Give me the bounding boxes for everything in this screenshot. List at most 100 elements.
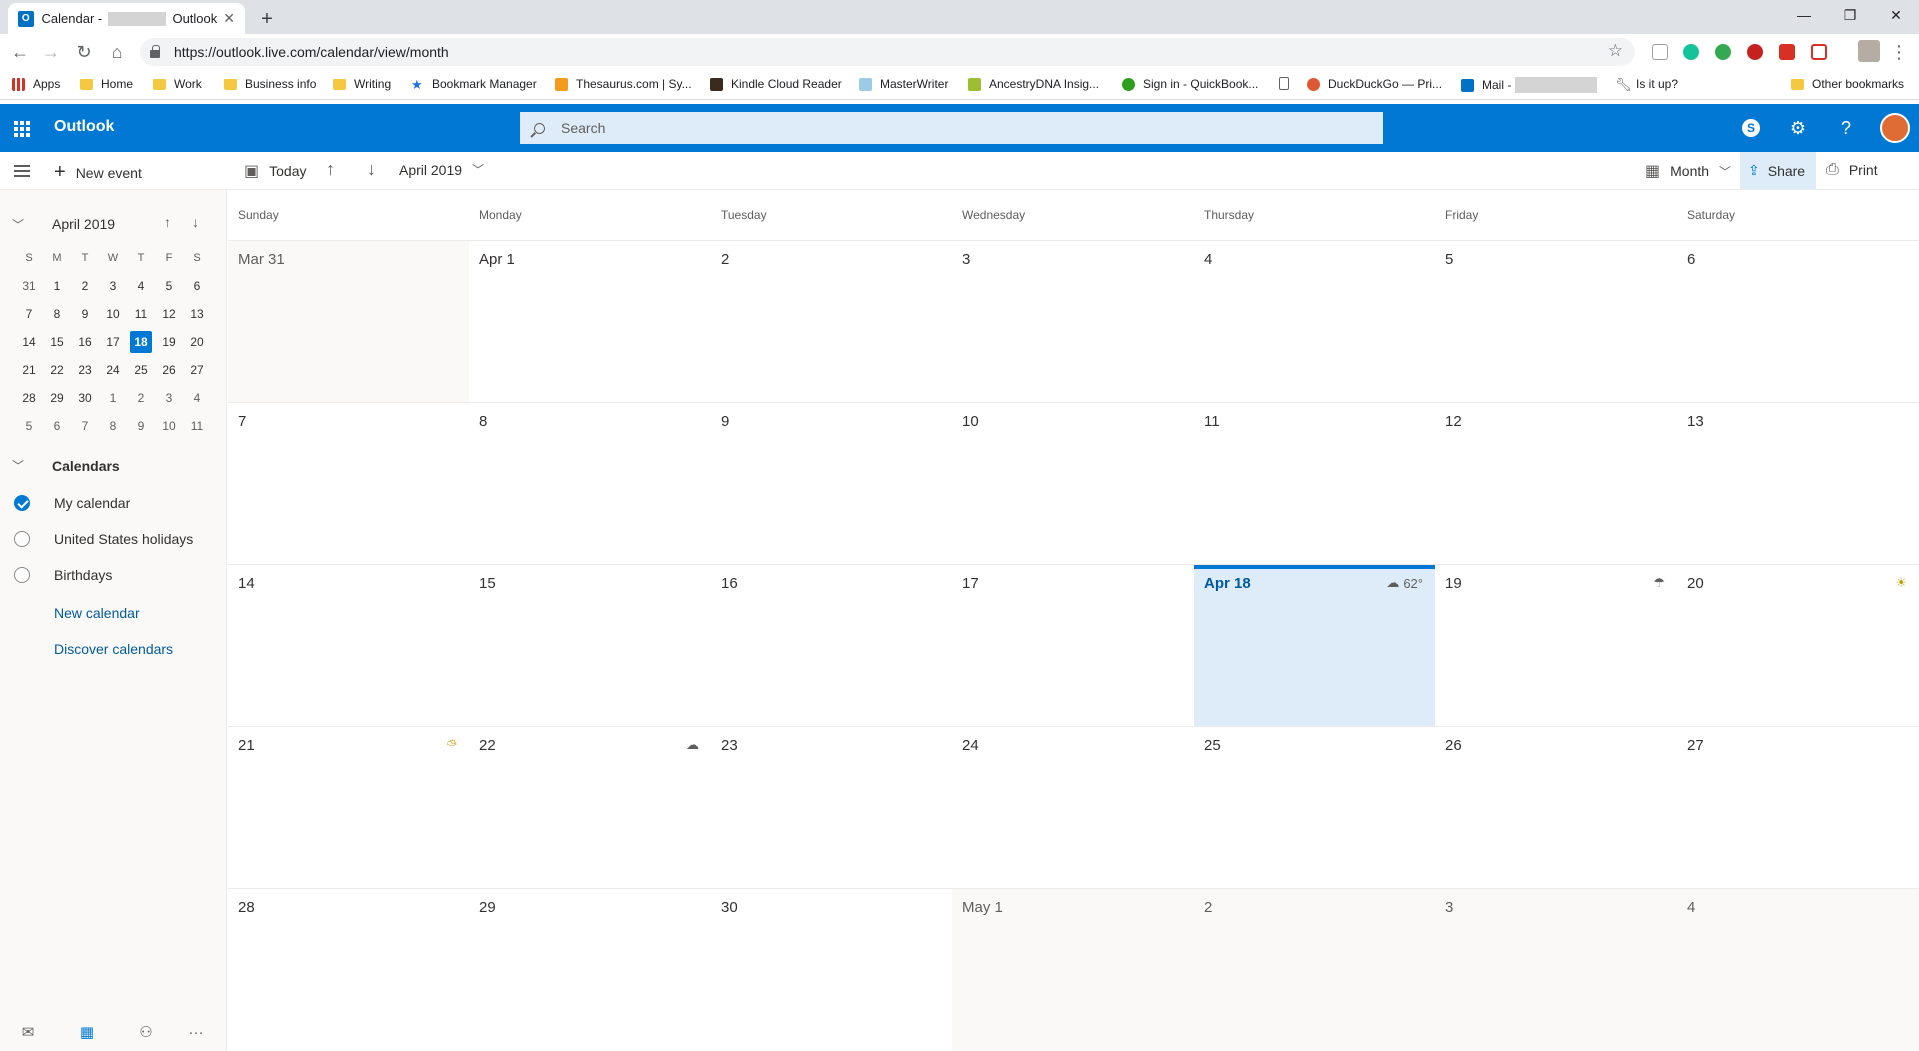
mini-day[interactable]: 9 [71, 303, 99, 325]
browser-menu-icon[interactable]: ⋮ [1886, 39, 1912, 65]
mini-day[interactable]: 7 [71, 415, 99, 437]
mini-day[interactable]: 4 [127, 275, 155, 297]
hamburger-menu-icon[interactable] [14, 165, 30, 177]
mini-day[interactable]: 19 [155, 331, 183, 353]
mail-icon[interactable]: ✉ [17, 1023, 39, 1041]
avatar[interactable] [1880, 113, 1910, 143]
day-cell[interactable]: 11 [1194, 403, 1435, 565]
bookmark-apps[interactable]: Apps [12, 77, 60, 91]
day-cell[interactable]: 5 [1435, 241, 1677, 403]
reload-icon[interactable]: ↻ [71, 39, 97, 65]
day-cell[interactable]: 3 [952, 241, 1194, 403]
bookmark-mail[interactable]: Mail - [1461, 77, 1598, 93]
mini-day[interactable]: 1 [99, 387, 127, 409]
restore-icon[interactable]: ❐ [1827, 0, 1873, 30]
day-cell[interactable]: 2 [1194, 889, 1435, 1051]
mini-day[interactable]: 14 [15, 331, 43, 353]
day-cell[interactable]: Mar 31 [228, 241, 469, 403]
weather-forecast[interactable]: ☁︎ 62° [1386, 575, 1423, 591]
day-cell[interactable]: 6 [1677, 241, 1919, 403]
bookmark-home[interactable]: Home [80, 77, 133, 91]
day-cell[interactable]: May 1 [952, 889, 1194, 1051]
mini-day[interactable]: 16 [71, 331, 99, 353]
bookmark-thesaurus[interactable]: Thesaurus.com | Sy... [555, 77, 692, 91]
day-cell[interactable]: 30 [711, 889, 952, 1051]
bookmark-masterwriter[interactable]: MasterWriter [859, 77, 948, 91]
minimize-icon[interactable]: — [1781, 0, 1827, 30]
new-event-button[interactable]: + New event [54, 161, 142, 184]
rain-icon[interactable]: ☂︎ [1653, 575, 1665, 591]
mini-day[interactable]: 26 [155, 359, 183, 381]
mini-day[interactable]: 11 [183, 415, 211, 437]
mini-day[interactable]: 24 [99, 359, 127, 381]
other-bookmarks[interactable]: Other bookmarks [1791, 77, 1904, 91]
mini-day[interactable]: 5 [15, 415, 43, 437]
today-button[interactable]: ▣ Today [244, 161, 306, 181]
grammarly-extension-icon[interactable] [1683, 44, 1699, 60]
more-apps-icon[interactable]: ··· [185, 1023, 207, 1041]
bookmark-manager[interactable]: ★ Bookmark Manager [411, 77, 537, 91]
mini-day[interactable]: 31 [15, 275, 43, 297]
mini-day[interactable]: 30 [71, 387, 99, 409]
mini-day-selected[interactable]: 18 [130, 331, 152, 353]
day-cell[interactable]: 2 [711, 241, 952, 403]
window-close-icon[interactable]: ✕ [1873, 0, 1919, 30]
day-cell[interactable]: 9 [711, 403, 952, 565]
bookmark-business-info[interactable]: Business info [224, 77, 316, 91]
mini-day[interactable]: 4 [183, 387, 211, 409]
mini-day[interactable]: 6 [43, 415, 71, 437]
bookmark-is-it-up[interactable]: 🔧︎ Is it up? [1615, 77, 1678, 91]
mini-day[interactable]: 25 [127, 359, 155, 381]
bookmark-star-icon[interactable]: ☆ [1608, 41, 1623, 61]
day-cell[interactable]: 16 [711, 565, 952, 727]
day-cell[interactable]: 24 [952, 727, 1194, 889]
print-button[interactable]: ⎙ Print [1826, 161, 1878, 179]
day-cell[interactable]: 20 ☀︎ [1677, 565, 1919, 727]
mini-day[interactable]: 2 [71, 275, 99, 297]
calendars-header[interactable]: ﹀ Calendars [12, 457, 120, 474]
adblock-extension-icon[interactable] [1747, 44, 1763, 60]
day-cell[interactable]: 19 ☂︎ [1435, 565, 1677, 727]
day-cell[interactable]: 15 [469, 565, 711, 727]
collapse-chevron-icon[interactable]: ﹀ [12, 216, 24, 233]
bookmark-kindle[interactable]: Kindle Cloud Reader [710, 77, 842, 91]
day-cell[interactable]: 17 [952, 565, 1194, 727]
mini-day[interactable]: 3 [155, 387, 183, 409]
day-cell[interactable]: 21 ⛅︎ [228, 727, 469, 889]
calendar-item-birthdays[interactable]: Birthdays [14, 567, 112, 583]
calendar-item-us-holidays[interactable]: United States holidays [14, 531, 193, 547]
mini-day[interactable]: 15 [43, 331, 71, 353]
day-cell[interactable]: 4 [1677, 889, 1919, 1051]
mini-day[interactable]: 20 [183, 331, 211, 353]
discover-calendars-link[interactable]: Discover calendars [54, 641, 173, 657]
bookmark-quickbooks[interactable]: Sign in - QuickBook... [1122, 77, 1258, 91]
skype-icon[interactable]: S [1739, 116, 1763, 140]
day-cell[interactable]: 29 [469, 889, 711, 1051]
bookmark-page[interactable] [1279, 77, 1297, 90]
mini-day[interactable]: 22 [43, 359, 71, 381]
share-button[interactable]: ⇪ Share [1740, 152, 1816, 189]
period-picker[interactable]: April 2019 ﹀ [399, 161, 484, 178]
outlook-brand[interactable]: Outlook [54, 118, 114, 136]
mini-day[interactable]: 11 [127, 303, 155, 325]
people-icon[interactable]: ⚇ [135, 1023, 157, 1041]
mini-calendar-title[interactable]: April 2019 [52, 216, 115, 232]
day-cell[interactable]: 3 [1435, 889, 1677, 1051]
mini-day[interactable]: 3 [99, 275, 127, 297]
day-cell[interactable]: 4 [1194, 241, 1435, 403]
tab-close-icon[interactable]: ✕ [223, 10, 235, 27]
mini-day[interactable]: 9 [127, 415, 155, 437]
mini-prev-month-arrow-icon[interactable]: ↑ [164, 214, 171, 230]
bookmark-work[interactable]: Work [153, 77, 202, 91]
mini-next-month-arrow-icon[interactable]: ↓ [192, 214, 199, 230]
pocket-extension-icon[interactable] [1811, 44, 1827, 60]
help-icon[interactable]: ? [1834, 116, 1858, 140]
cloudy-icon[interactable]: ☁︎ [686, 737, 699, 753]
view-switcher[interactable]: ▦ Month ﹀ [1645, 161, 1731, 181]
new-tab-button[interactable]: + [254, 6, 280, 32]
settings-gear-icon[interactable]: ⚙ [1786, 116, 1810, 140]
partly-sunny-icon[interactable]: ⛅︎ [447, 737, 457, 753]
previous-period-arrow-icon[interactable]: ↑ [326, 159, 335, 180]
calendar-item-my-calendar[interactable]: My calendar [14, 495, 130, 511]
app-launcher-icon[interactable] [14, 121, 30, 137]
